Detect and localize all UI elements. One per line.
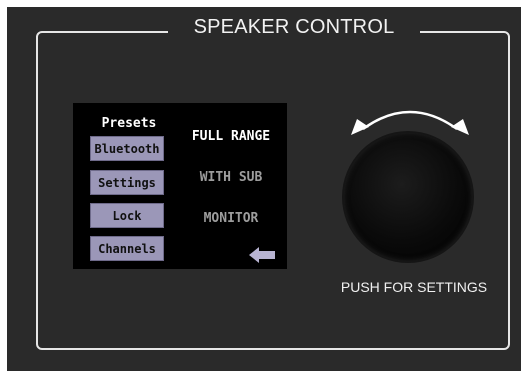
back-arrow-icon[interactable] [249,247,275,263]
display-screen: Presets Bluetooth Settings Lock Channels… [73,103,287,269]
rotary-knob[interactable] [344,133,472,261]
panel-title: SPEAKER CONTROL [193,16,395,38]
presets-label: Presets [101,116,157,131]
bluetooth-button[interactable]: Bluetooth [90,136,164,161]
lock-button[interactable]: Lock [90,203,164,228]
preset-full-range[interactable]: FULL RANGE [179,129,283,144]
preset-with-sub[interactable]: WITH SUB [179,170,283,185]
settings-button[interactable]: Settings [90,170,164,195]
preset-monitor[interactable]: MONITOR [179,211,283,226]
channels-button[interactable]: Channels [90,236,164,261]
speaker-control-panel: SPEAKER CONTROL Presets Bluetooth Settin… [7,7,521,371]
push-for-settings-label: PUSH FOR SETTINGS [340,279,488,295]
